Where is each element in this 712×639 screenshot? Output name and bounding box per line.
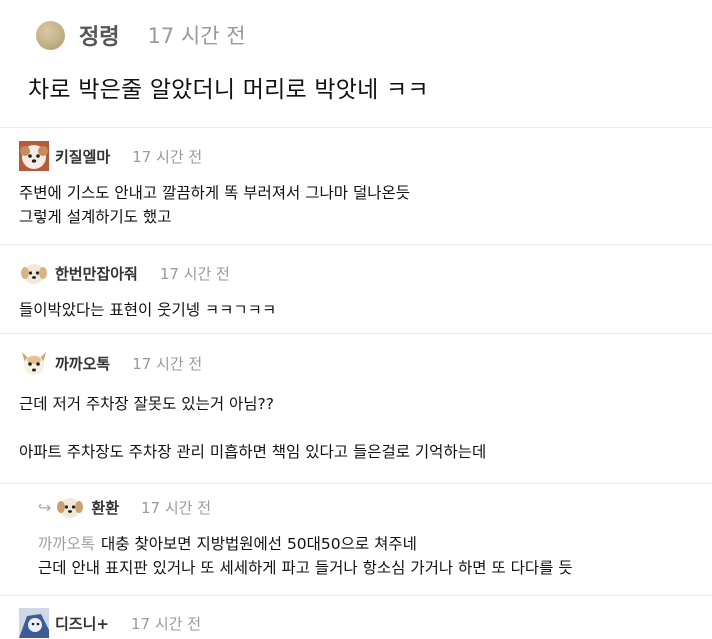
divider [0,333,712,334]
divider [0,483,712,484]
comment-line: 그렇게 설계하기도 했고 [19,208,172,226]
avatar[interactable] [19,258,49,288]
comment-author[interactable]: 한번만잡아줘 [55,263,138,284]
comment-time: 17 시간 전 [132,147,203,166]
comment-author[interactable]: 환환 [91,497,119,518]
comment-body: 들이박았다는 표현이 웃기넹 ㅋㅋㄱㅋㅋ [19,298,276,322]
divider [0,127,712,128]
comment-line: 아파트 주차장도 주차장 관리 미흡하면 책임 있다고 들은걸로 기억하는데 [19,443,487,461]
comment-author[interactable]: 까까오톡 [55,353,110,374]
post-header: 정령 17 시간 전 [36,18,246,52]
comment-body: 주변에 기스도 안내고 깔끔하게 똑 부러져서 그나마 덜나온듯 그렇게 설계하… [19,181,410,229]
comment-author[interactable]: 디즈니+ [55,613,109,634]
comment-line: 들이박았다는 표현이 웃기넹 ㅋㅋㄱㅋㅋ [19,301,277,319]
post-time: 17 시간 전 [147,24,246,48]
mention[interactable]: 까까오톡 [38,535,95,553]
comment-body: 까까오톡 대충 찾아보면 지방법원에선 50대50으로 쳐주네 근데 안내 표지판… [38,532,573,580]
reply-arrow-icon: ↪ [38,497,52,517]
comment-time: 17 시간 전 [130,614,201,633]
avatar[interactable] [19,141,49,171]
divider [0,244,712,245]
comment-author[interactable]: 키질엘마 [55,146,110,167]
comment-time: 17 시간 전 [141,498,212,517]
comment-time: 17 시간 전 [159,264,230,283]
comment-line: 대충 찾아보면 지방법원에선 50대50으로 쳐주네 [101,535,417,553]
avatar[interactable] [19,348,49,378]
comment-time: 17 시간 전 [132,354,203,373]
comment-body: 근데 저거 주차장 잘못도 있는거 아님?? 아파트 주차장도 주차장 관리 미… [19,392,486,464]
divider [0,595,712,596]
post-author[interactable]: 정령 [79,19,119,51]
avatar[interactable] [55,492,85,522]
post-title: 차로 박은줄 알았더니 머리로 박앗네 ㅋㅋ [28,77,429,103]
comment-line: 주변에 기스도 안내고 깔끔하게 똑 부러져서 그나마 덜나온듯 [19,184,410,202]
comment-line: 근데 안내 표지판 있거나 또 세세하게 파고 들거나 항소심 가거나 하면 또… [38,559,573,577]
comment-line: 근데 저거 주차장 잘못도 있는거 아님?? [19,395,274,413]
post-author-avatar[interactable] [36,20,65,50]
avatar[interactable] [19,608,49,638]
